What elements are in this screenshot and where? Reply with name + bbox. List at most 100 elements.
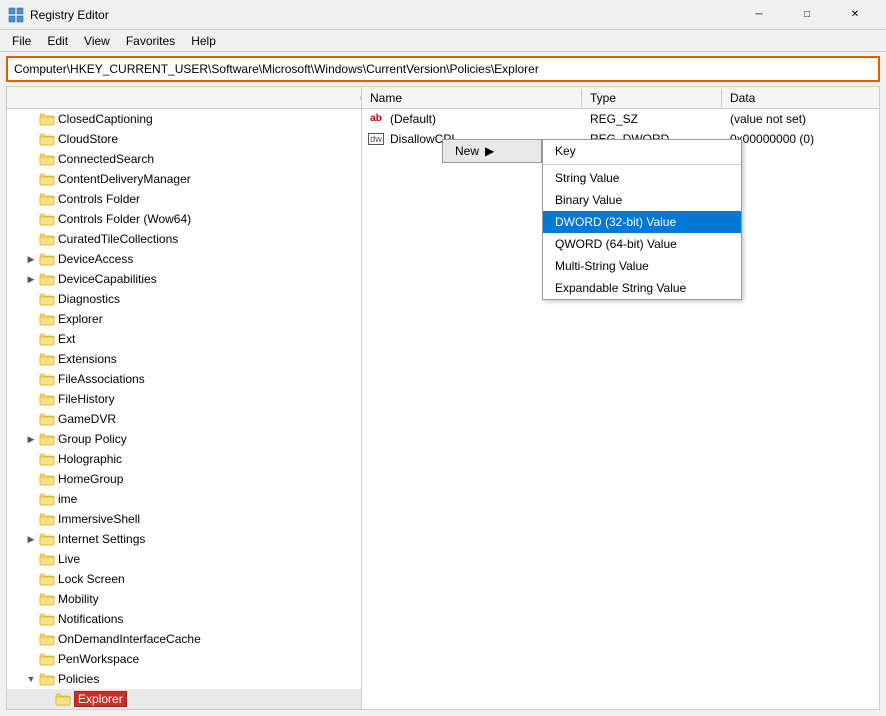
expand-icon[interactable] bbox=[23, 371, 39, 387]
tree-item[interactable]: Holographic bbox=[7, 449, 361, 469]
expand-icon[interactable]: ▶ bbox=[23, 271, 39, 287]
menu-view[interactable]: View bbox=[76, 32, 118, 50]
tree-item-label: Notifications bbox=[58, 612, 123, 626]
maximize-button[interactable]: □ bbox=[784, 0, 830, 30]
folder-icon bbox=[39, 652, 55, 666]
window-controls: ─ □ ✕ bbox=[736, 0, 878, 30]
registry-value-icon: dw bbox=[366, 133, 386, 145]
tree-item[interactable]: ContentDeliveryManager bbox=[7, 169, 361, 189]
expand-icon[interactable] bbox=[23, 651, 39, 667]
tree-item[interactable]: FileHistory bbox=[7, 389, 361, 409]
folder-icon bbox=[39, 112, 55, 126]
tree-item[interactable]: Mobility bbox=[7, 589, 361, 609]
menu-favorites[interactable]: Favorites bbox=[118, 32, 183, 50]
tree-item[interactable]: Lock Screen bbox=[7, 569, 361, 589]
submenu-item-multi-string-value[interactable]: Multi-String Value bbox=[543, 255, 741, 277]
tree-item-label: Explorer bbox=[74, 691, 127, 707]
tree-item[interactable]: ime bbox=[7, 489, 361, 509]
tree-item[interactable]: ▶ Group Policy bbox=[7, 429, 361, 449]
submenu-item-dword-32-bit-value[interactable]: DWORD (32-bit) Value bbox=[543, 211, 741, 233]
submenu-item-binary-value[interactable]: Binary Value bbox=[543, 189, 741, 211]
collapse-icon[interactable]: ▼ bbox=[23, 671, 39, 687]
tree-item[interactable]: Explorer bbox=[7, 309, 361, 329]
expand-icon[interactable] bbox=[23, 391, 39, 407]
tree-item[interactable]: ▶ DeviceAccess bbox=[7, 249, 361, 269]
expand-icon[interactable]: ▶ bbox=[23, 431, 39, 447]
tree-item-label: Internet Settings bbox=[58, 532, 145, 546]
submenu-item-key[interactable]: Key bbox=[543, 140, 741, 162]
tree-item[interactable]: Ext bbox=[7, 329, 361, 349]
tree-item[interactable]: Controls Folder bbox=[7, 189, 361, 209]
tree-item[interactable]: ImmersiveShell bbox=[7, 509, 361, 529]
expand-icon[interactable] bbox=[23, 511, 39, 527]
tree-item[interactable]: PenWorkspace bbox=[7, 649, 361, 669]
submenu-item-string-value[interactable]: String Value bbox=[543, 167, 741, 189]
tree-item[interactable]: GameDVR bbox=[7, 409, 361, 429]
expand-icon[interactable] bbox=[23, 411, 39, 427]
tree-item-label: Lock Screen bbox=[58, 572, 125, 586]
tree-item[interactable]: ▶ Internet Settings bbox=[7, 529, 361, 549]
expand-icon[interactable] bbox=[23, 131, 39, 147]
folder-icon bbox=[39, 192, 55, 206]
expand-icon[interactable] bbox=[23, 611, 39, 627]
expand-icon[interactable]: ▶ bbox=[23, 251, 39, 267]
expand-icon[interactable] bbox=[23, 331, 39, 347]
tree-item[interactable]: Extensions bbox=[7, 349, 361, 369]
tree-item[interactable]: HomeGroup bbox=[7, 469, 361, 489]
tree-item[interactable]: Live bbox=[7, 549, 361, 569]
tree-item[interactable]: ClosedCaptioning bbox=[7, 109, 361, 129]
expand-icon[interactable] bbox=[23, 211, 39, 227]
expand-icon[interactable] bbox=[23, 291, 39, 307]
tree-item[interactable]: OnDemandInterfaceCache bbox=[7, 629, 361, 649]
tree-item[interactable]: FileAssociations bbox=[7, 369, 361, 389]
tree-item[interactable]: Explorer bbox=[7, 689, 361, 709]
expand-icon[interactable] bbox=[23, 631, 39, 647]
tree-container[interactable]: ClosedCaptioning CloudStore ConnectedSea… bbox=[7, 109, 361, 709]
tree-item-label: Diagnostics bbox=[58, 292, 120, 306]
menu-file[interactable]: File bbox=[4, 32, 39, 50]
expand-icon[interactable] bbox=[23, 351, 39, 367]
expand-icon[interactable] bbox=[23, 311, 39, 327]
expand-icon[interactable]: ▶ bbox=[23, 531, 39, 547]
expand-icon[interactable] bbox=[23, 151, 39, 167]
address-bar[interactable]: Computer\HKEY_CURRENT_USER\Software\Micr… bbox=[6, 56, 880, 82]
expand-icon[interactable] bbox=[23, 471, 39, 487]
new-button[interactable]: New ▶ bbox=[442, 139, 542, 163]
folder-icon bbox=[39, 152, 55, 166]
tree-item-label: FileAssociations bbox=[58, 372, 145, 386]
tree-item[interactable]: Controls Folder (Wow64) bbox=[7, 209, 361, 229]
folder-icon bbox=[39, 572, 55, 586]
expand-icon[interactable] bbox=[23, 551, 39, 567]
expand-icon[interactable] bbox=[23, 571, 39, 587]
expand-icon[interactable] bbox=[23, 451, 39, 467]
registry-row[interactable]: ab(Default)REG_SZ(value not set) bbox=[362, 109, 879, 129]
right-headers: Name Type Data bbox=[362, 87, 879, 109]
tree-item[interactable]: CuratedTileCollections bbox=[7, 229, 361, 249]
minimize-button[interactable]: ─ bbox=[736, 0, 782, 30]
expand-icon[interactable] bbox=[23, 171, 39, 187]
tree-item[interactable]: ConnectedSearch bbox=[7, 149, 361, 169]
expand-icon[interactable] bbox=[23, 231, 39, 247]
submenu-item-expandable-string-value[interactable]: Expandable String Value bbox=[543, 277, 741, 299]
tree-item[interactable]: Diagnostics bbox=[7, 289, 361, 309]
col-type-header: Type bbox=[582, 89, 722, 107]
tree-item-label: Policies bbox=[58, 672, 99, 686]
tree-item[interactable]: ▼ Policies bbox=[7, 669, 361, 689]
close-button[interactable]: ✕ bbox=[832, 0, 878, 30]
expand-icon[interactable] bbox=[23, 191, 39, 207]
folder-icon bbox=[39, 292, 55, 306]
tree-item[interactable]: ▶ DeviceCapabilities bbox=[7, 269, 361, 289]
expand-icon[interactable] bbox=[39, 691, 55, 707]
folder-icon bbox=[39, 612, 55, 626]
expand-icon[interactable] bbox=[23, 591, 39, 607]
registry-value-data: 0x00000000 (0) bbox=[726, 132, 879, 146]
menu-edit[interactable]: Edit bbox=[39, 32, 76, 50]
tree-item[interactable]: Notifications bbox=[7, 609, 361, 629]
menu-help[interactable]: Help bbox=[183, 32, 224, 50]
tree-item[interactable]: CloudStore bbox=[7, 129, 361, 149]
submenu-item-qword-64-bit-value[interactable]: QWORD (64-bit) Value bbox=[543, 233, 741, 255]
expand-icon[interactable] bbox=[23, 111, 39, 127]
folder-icon bbox=[39, 272, 55, 286]
expand-icon[interactable] bbox=[23, 491, 39, 507]
folder-icon bbox=[39, 672, 55, 686]
